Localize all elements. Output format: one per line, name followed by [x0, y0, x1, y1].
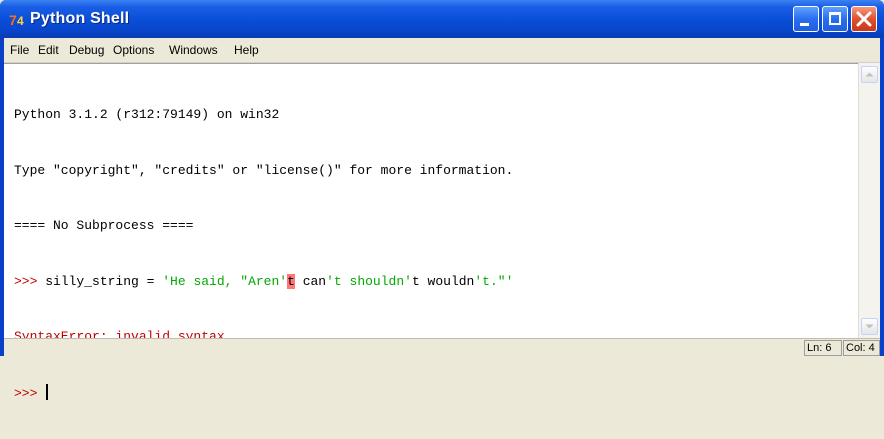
- menu-windows[interactable]: Windows: [169, 43, 218, 57]
- menu-debug[interactable]: Debug: [69, 43, 104, 57]
- string-part-2: 't shouldn': [326, 273, 412, 289]
- string-part-1: 'He said, "Aren': [162, 273, 288, 289]
- title-bar[interactable]: 7 4 Python Shell: [0, 0, 884, 38]
- text-cursor: [46, 383, 49, 400]
- python-idle-icon: 7 4: [9, 12, 24, 28]
- menu-file[interactable]: File: [10, 43, 29, 57]
- svg-text:4: 4: [17, 14, 24, 28]
- subprocess-line: ==== No Subprocess ====: [14, 218, 194, 233]
- vertical-scrollbar[interactable]: [858, 63, 880, 338]
- minimize-button[interactable]: [793, 6, 819, 32]
- status-bar: Ln: 6 Col: 4: [4, 338, 880, 357]
- arrow-down-icon: [865, 324, 874, 329]
- scroll-up-button[interactable]: [861, 66, 878, 83]
- minimize-icon: [800, 23, 809, 26]
- python-shell-window: 7 4 Python Shell File Edit Debug Options…: [0, 0, 884, 401]
- code-plain-1: can: [294, 273, 327, 289]
- banner-line: Python 3.1.2 (r312:79149) on win32: [14, 107, 280, 122]
- string-part-3: 't."': [474, 273, 514, 289]
- menu-options[interactable]: Options: [113, 43, 154, 57]
- menu-edit[interactable]: Edit: [38, 43, 59, 57]
- code-assignment: silly_string =: [45, 273, 163, 289]
- menu-help[interactable]: Help: [234, 43, 259, 57]
- info-line: Type "copyright", "credits" or "license(…: [14, 162, 514, 178]
- column-indicator: Col: 4: [843, 340, 880, 356]
- scroll-down-button[interactable]: [861, 318, 878, 335]
- input-line: >>> silly_string = 'He said, "Aren't can…: [14, 273, 513, 292]
- error-highlight: t: [287, 273, 295, 289]
- prompt: >>>: [14, 385, 38, 401]
- arrow-up-icon: [865, 72, 874, 77]
- line-indicator: Ln: 6: [804, 340, 842, 356]
- menu-bar: File Edit Debug Options Windows Help: [4, 38, 880, 63]
- shell-text-area[interactable]: Python 3.1.2 (r312:79149) on win32 Type …: [4, 63, 858, 401]
- maximize-button[interactable]: [822, 6, 848, 32]
- shell-output: Python 3.1.2 (r312:79149) on win32 Type …: [14, 69, 513, 439]
- code-plain-2: t wouldn: [411, 273, 475, 289]
- prompt: >>>: [14, 273, 38, 289]
- close-icon: [856, 11, 872, 27]
- current-prompt-line: >>>: [14, 383, 513, 403]
- window-title: Python Shell: [30, 10, 130, 27]
- maximize-icon: [829, 12, 841, 25]
- svg-text:7: 7: [9, 12, 17, 28]
- close-button[interactable]: [851, 6, 877, 32]
